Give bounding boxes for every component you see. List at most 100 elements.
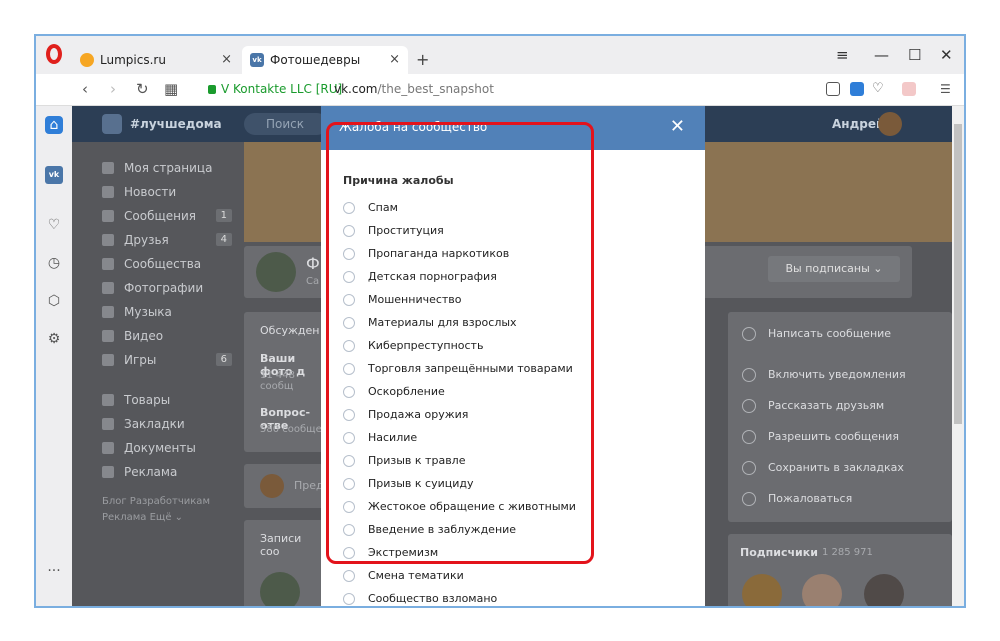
menu-item-communities[interactable]: Сообщества (102, 252, 232, 276)
extension-icon[interactable] (902, 82, 916, 96)
reason-option-extremism[interactable]: Экстремизм (343, 541, 576, 564)
subscribers-label[interactable]: Подписчики (740, 546, 818, 559)
page-scrollbar[interactable] (952, 106, 964, 606)
reason-option-drugs[interactable]: Пропаганда наркотиков (343, 242, 576, 265)
minimize-button[interactable]: — (874, 46, 889, 64)
menu-item-news[interactable]: Новости (102, 180, 232, 204)
subscribed-button[interactable]: Вы подписаны ⌄ (768, 256, 900, 282)
home-icon[interactable]: ⌂ (45, 116, 63, 134)
radio-button[interactable] (343, 569, 355, 582)
reason-option-misleading[interactable]: Введение в заблуждение (343, 518, 576, 541)
radio-button[interactable] (343, 224, 355, 237)
forward-button[interactable]: › (110, 80, 116, 98)
avatar[interactable] (878, 112, 902, 136)
menu-item-photos[interactable]: Фотографии (102, 276, 232, 300)
radio-button[interactable] (343, 293, 355, 306)
easy-setup-icon[interactable]: ≡ (836, 46, 849, 64)
heart-sidebar-icon[interactable]: ♡ (45, 216, 63, 234)
tab-lumpics[interactable]: Lumpics.ru × (72, 46, 240, 74)
radio-button[interactable] (343, 316, 355, 329)
vk-sidebar-icon[interactable]: vk (45, 166, 63, 184)
tab-close-icon[interactable]: × (221, 52, 232, 67)
discussions-title[interactable]: Обсужден (260, 324, 319, 337)
tab-wall-posts[interactable]: Записи соо (260, 532, 324, 558)
radio-button[interactable] (343, 431, 355, 444)
back-button[interactable]: ‹ (82, 80, 88, 98)
reload-button[interactable]: ↻ (136, 80, 149, 98)
speed-dial-icon[interactable]: ▦ (164, 80, 178, 98)
enable-notifications-action[interactable]: Включить уведомления (742, 359, 952, 390)
report-action[interactable]: Пожаловаться (742, 483, 952, 514)
radio-button[interactable] (343, 523, 355, 536)
security-badge[interactable]: V Kontakte LLC [RU] (208, 82, 342, 96)
subscriber-avatar[interactable] (742, 574, 782, 606)
reason-option-prostitution[interactable]: Проституция (343, 219, 576, 242)
reason-option-adult[interactable]: Материалы для взрослых (343, 311, 576, 334)
heart-icon[interactable]: ♡ (872, 82, 886, 96)
radio-button[interactable] (343, 385, 355, 398)
menu-item-goods[interactable]: Товары (102, 388, 232, 412)
menu-item-video[interactable]: Видео (102, 324, 232, 348)
reason-option-spam[interactable]: Спам (343, 196, 576, 219)
subscriber-avatar[interactable] (802, 574, 842, 606)
menu-item-messages[interactable]: Сообщения 1 (102, 204, 232, 228)
reason-option-cybercrime[interactable]: Киберпреступность (343, 334, 576, 357)
radio-button[interactable] (343, 201, 355, 214)
radio-button[interactable] (343, 362, 355, 375)
menu-item-games[interactable]: Игры 6 (102, 348, 232, 372)
footer-links[interactable]: Блог Разработчикам Реклама Ещё ⌄ (102, 494, 232, 526)
community-avatar[interactable] (256, 252, 296, 292)
settings-gear-icon[interactable]: ⚙ (45, 330, 63, 348)
reason-option-hacked[interactable]: Сообщество взломано (343, 587, 576, 606)
reason-option-suicide[interactable]: Призыв к суициду (343, 472, 576, 495)
radio-button[interactable] (343, 546, 355, 559)
allow-messages-action[interactable]: Разрешить сообщения (742, 421, 952, 452)
radio-button[interactable] (343, 408, 355, 421)
scrollbar-thumb[interactable] (954, 124, 962, 424)
history-clock-icon[interactable]: ◷ (45, 254, 63, 272)
save-bookmark-action[interactable]: Сохранить в закладках (742, 452, 952, 483)
new-tab-button[interactable]: + (416, 50, 429, 69)
opera-logo-icon[interactable] (46, 44, 62, 64)
tab-vk[interactable]: vk Фотошедевры × (242, 46, 408, 74)
close-icon[interactable]: ✕ (670, 116, 685, 137)
menu-item-ads[interactable]: Реклама (102, 460, 232, 484)
community-hashtag[interactable]: #лучшедома (130, 117, 222, 131)
more-icon[interactable]: ··· (45, 562, 63, 580)
share-action[interactable]: Рассказать друзьям (742, 390, 952, 421)
camera-icon[interactable] (826, 82, 840, 96)
suggest-post-card[interactable]: Пред (244, 464, 324, 508)
reason-option-insult[interactable]: Оскорбление (343, 380, 576, 403)
radio-button[interactable] (343, 270, 355, 283)
radio-button[interactable] (343, 477, 355, 490)
maximize-button[interactable]: ☐ (908, 46, 921, 64)
menu-item-bookmarks[interactable]: Закладки (102, 412, 232, 436)
settings-sliders-icon[interactable]: ☰ (940, 82, 954, 96)
reason-option-weapons[interactable]: Продажа оружия (343, 403, 576, 426)
radio-button[interactable] (343, 592, 355, 605)
reason-option-animal-cruelty[interactable]: Жестокое обращение с животными (343, 495, 576, 518)
write-message-action[interactable]: Написать сообщение (742, 318, 952, 349)
reason-option-topic-change[interactable]: Смена тематики (343, 564, 576, 587)
menu-item-my-page[interactable]: Моя страница (102, 156, 232, 180)
vpn-shield-icon[interactable] (850, 82, 864, 96)
reason-option-violence[interactable]: Насилие (343, 426, 576, 449)
tab-close-icon[interactable]: × (389, 52, 400, 67)
menu-item-music[interactable]: Музыка (102, 300, 232, 324)
search-input[interactable]: Поиск (244, 113, 328, 135)
radio-button[interactable] (343, 500, 355, 513)
user-name[interactable]: Андрей (832, 117, 884, 131)
reason-option-fraud[interactable]: Мошенничество (343, 288, 576, 311)
reason-option-child-abuse[interactable]: Детская порнография (343, 265, 576, 288)
radio-button[interactable] (343, 454, 355, 467)
menu-item-friends[interactable]: Друзья 4 (102, 228, 232, 252)
cube-icon[interactable]: ⬡ (45, 292, 63, 310)
reason-option-bullying[interactable]: Призыв к травле (343, 449, 576, 472)
radio-button[interactable] (343, 339, 355, 352)
url-field[interactable]: vk.com/the_best_snapshot (334, 82, 494, 96)
reason-option-prohibited-goods[interactable]: Торговля запрещёнными товарами (343, 357, 576, 380)
subscriber-avatar[interactable] (864, 574, 904, 606)
vk-logo-icon[interactable] (102, 114, 122, 134)
menu-item-documents[interactable]: Документы (102, 436, 232, 460)
radio-button[interactable] (343, 247, 355, 260)
